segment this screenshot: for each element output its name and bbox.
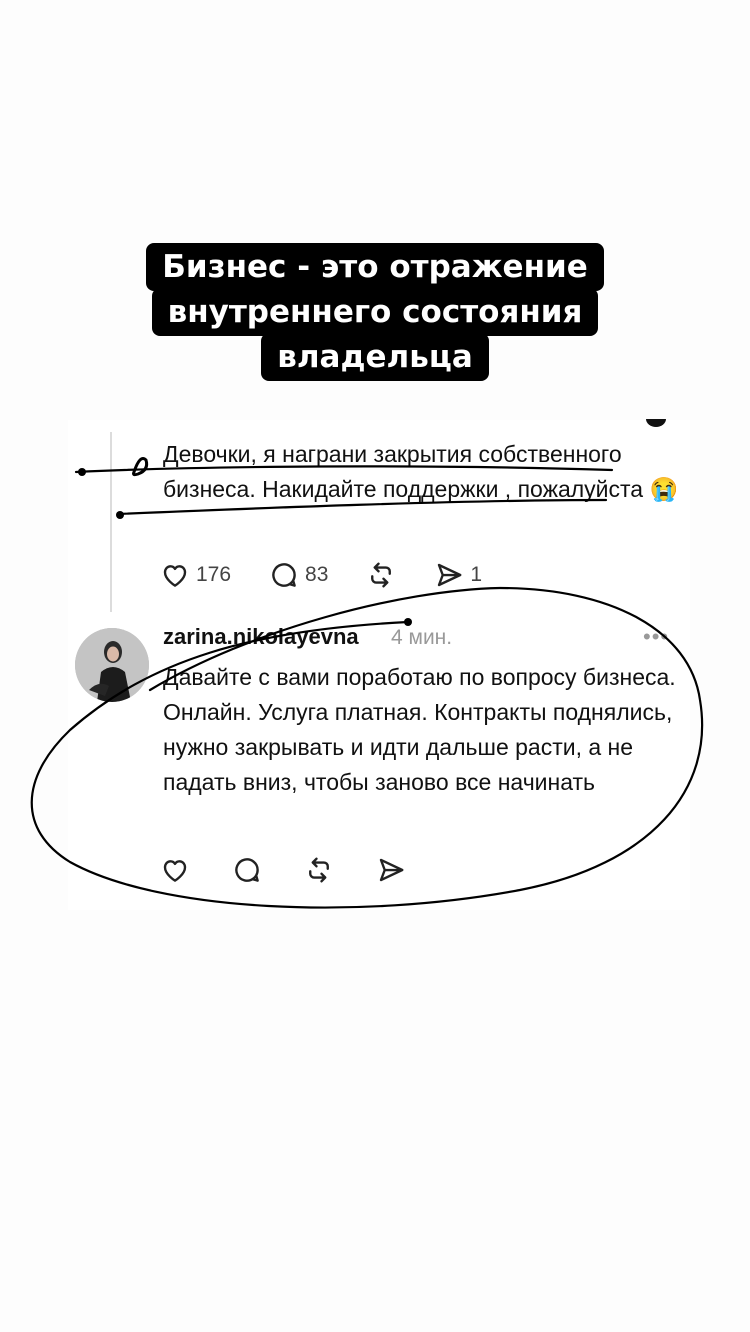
caption-line-2: внутреннего состояния <box>151 288 599 336</box>
reply-timestamp: 4 мин. <box>391 626 453 649</box>
original-post-actions: 176 83 1 <box>160 560 520 590</box>
reply-text: Давайте с вами поработаю по вопросу бизн… <box>163 664 676 795</box>
send-icon <box>438 563 462 587</box>
reply-repost-button[interactable] <box>304 855 334 885</box>
comment-count: 83 <box>305 563 329 586</box>
comment-icon <box>235 858 259 882</box>
caption-line-3: владельца <box>261 333 489 381</box>
reply-username[interactable]: zarina.nikolayevna <box>163 624 359 650</box>
more-icon[interactable]: ••• <box>643 624 669 650</box>
repost-button[interactable] <box>366 560 396 590</box>
comment-button[interactable]: 83 <box>269 560 328 590</box>
repost-icon <box>371 562 392 588</box>
reply-comment-button[interactable] <box>232 855 262 885</box>
send-icon <box>379 858 404 882</box>
avatar[interactable] <box>75 628 149 702</box>
original-post-text: Девочки, я награни закрытия собственного… <box>163 441 679 502</box>
like-button[interactable]: 176 <box>160 560 231 590</box>
reply-share-button[interactable] <box>376 855 406 885</box>
comment-icon <box>272 563 296 587</box>
repost-icon <box>309 857 329 883</box>
cropped-avatar-edge <box>644 418 668 430</box>
heart-icon <box>163 565 187 587</box>
heart-icon <box>163 860 187 882</box>
caption-line-1: Бизнес - это отражение <box>146 243 604 291</box>
share-button[interactable]: 1 <box>434 560 482 590</box>
thread-line <box>110 432 112 612</box>
story-caption: Бизнес - это отражение внутреннего состо… <box>0 243 750 381</box>
reply-actions <box>160 855 448 885</box>
reply-like-button[interactable] <box>160 855 190 885</box>
share-count: 1 <box>470 563 483 586</box>
like-count: 176 <box>196 563 232 586</box>
